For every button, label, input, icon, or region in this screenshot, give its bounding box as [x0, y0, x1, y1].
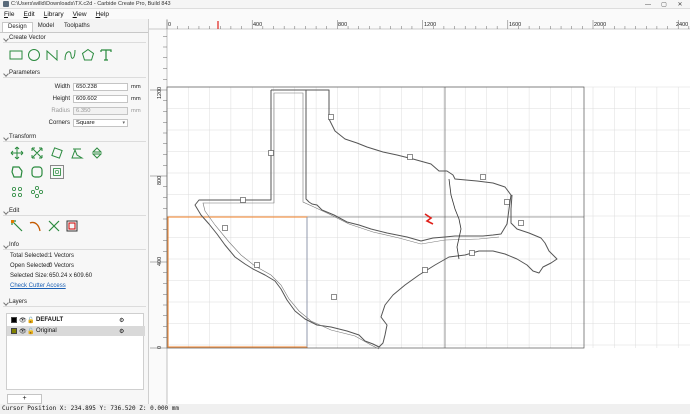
- section-info[interactable]: Info: [3, 241, 146, 250]
- layer-name: DEFAULT: [36, 317, 64, 323]
- maximize-button[interactable]: ▢: [657, 0, 671, 9]
- section-create-vector[interactable]: Create Vector: [3, 34, 146, 43]
- trim-icon[interactable]: [47, 219, 61, 233]
- x-tick-label: 800: [338, 22, 347, 28]
- total-selected-row: Total Selected: 1 Vectors: [10, 253, 74, 259]
- join-icon[interactable]: [28, 219, 42, 233]
- menu-edit[interactable]: Edit: [24, 11, 35, 18]
- section-parameters[interactable]: Parameters: [3, 69, 146, 78]
- x-tick-label: 2400: [676, 22, 688, 28]
- design-canvas[interactable]: 0 400 800 1200 1600 2000 2400 1200 800 4…: [149, 19, 690, 404]
- selected-size-row: Selected Size: 650.24 x 609.60: [10, 273, 92, 279]
- rotate-icon[interactable]: [50, 146, 64, 160]
- app-icon: [3, 1, 9, 7]
- width-unit: mm: [131, 84, 141, 90]
- align-icon[interactable]: [70, 146, 84, 160]
- y-tick-label: 0: [157, 346, 163, 349]
- layer-color-swatch[interactable]: [11, 317, 17, 323]
- tab-model[interactable]: Model: [33, 22, 59, 32]
- mirror-icon[interactable]: [90, 146, 104, 160]
- height-label: Height: [52, 96, 70, 102]
- layer-row-original[interactable]: 👁 🔓 Original ⚙: [7, 326, 145, 336]
- window-title: C:\Users\willd\Downloads\TX.c2d - Carbid…: [11, 1, 171, 7]
- add-layer-button[interactable]: +: [7, 394, 42, 404]
- chevron-down-icon: ▾: [122, 120, 125, 126]
- radius-unit: mm: [131, 108, 141, 114]
- left-panel: Design Model Toolpaths Create Vector Par…: [0, 19, 149, 404]
- total-selected-label: Total Selected:: [10, 253, 50, 259]
- rectangle-tool-icon[interactable]: [9, 48, 23, 62]
- fillet-icon[interactable]: [30, 165, 44, 179]
- radius-label: Radius: [51, 108, 70, 114]
- radius-input[interactable]: 6.350: [73, 107, 128, 115]
- top-ruler[interactable]: [149, 19, 690, 29]
- array-grid-icon[interactable]: [30, 185, 44, 199]
- text-tool-icon[interactable]: [99, 48, 113, 62]
- section-layers[interactable]: Layers: [3, 298, 146, 307]
- section-edit[interactable]: Edit: [3, 207, 146, 216]
- menu-help[interactable]: Help: [96, 11, 109, 18]
- polyline-tool-icon[interactable]: [45, 48, 59, 62]
- x-tick-label: 1600: [509, 22, 521, 28]
- total-selected-value: 1 Vectors: [49, 253, 75, 259]
- selected-size-label: Selected Size:: [10, 273, 49, 279]
- y-tick-label: 1200: [157, 87, 163, 99]
- x-tick-label: 1200: [424, 22, 436, 28]
- node-edit-icon[interactable]: [10, 219, 24, 233]
- eye-icon[interactable]: 👁: [19, 328, 27, 335]
- x-tick-label: 2000: [594, 22, 606, 28]
- minimize-button[interactable]: —: [641, 0, 655, 9]
- gear-icon[interactable]: ⚙: [119, 328, 124, 335]
- layer-list: 👁 🔓 DEFAULT ⚙ 👁 🔓 Original ⚙: [6, 313, 145, 390]
- offset-icon[interactable]: [10, 165, 24, 179]
- section-transform[interactable]: Transform: [3, 133, 146, 142]
- x-tick-label: 400: [253, 22, 262, 28]
- open-selected-label: Open Selected:: [10, 263, 52, 269]
- lock-icon[interactable]: 🔓: [27, 317, 34, 324]
- corners-value: Square: [76, 120, 95, 126]
- tab-design[interactable]: Design: [2, 22, 33, 32]
- x-tick-label: 0: [168, 22, 171, 28]
- scale-icon[interactable]: [30, 146, 44, 160]
- move-icon[interactable]: [10, 146, 24, 160]
- lock-icon[interactable]: 🔓: [27, 328, 34, 335]
- layer-row-default[interactable]: 👁 🔓 DEFAULT ⚙: [7, 315, 145, 325]
- title-bar: C:\Users\willd\Downloads\TX.c2d - Carbid…: [0, 0, 690, 9]
- gear-icon[interactable]: ⚙: [119, 317, 124, 324]
- menu-library[interactable]: Library: [44, 11, 64, 18]
- y-tick-label: 800: [157, 176, 163, 185]
- layer-name: Original: [36, 328, 57, 334]
- menu-bar: File Edit Library View Help: [0, 9, 690, 19]
- selected-size-value: 650.24 x 609.60: [49, 273, 93, 279]
- status-bar: Cursor Position X: 234.895 Y: 736.520 Z:…: [0, 404, 690, 414]
- layer-color-swatch[interactable]: [11, 328, 17, 334]
- open-selected-value: 0 Vectors: [49, 263, 75, 269]
- curve-tool-icon[interactable]: [63, 48, 77, 62]
- boolean-icon[interactable]: [50, 165, 64, 179]
- height-unit: mm: [131, 96, 141, 102]
- width-label: Width: [54, 84, 70, 90]
- corners-label: Corners: [48, 120, 70, 126]
- width-input[interactable]: 650.238: [73, 83, 128, 91]
- app-window: C:\Users\willd\Downloads\TX.c2d - Carbid…: [0, 0, 690, 414]
- height-input[interactable]: 609.602: [73, 95, 128, 103]
- close-button[interactable]: ✕: [673, 0, 687, 9]
- tab-toolpaths[interactable]: Toolpaths: [59, 22, 95, 32]
- close-path-icon[interactable]: [65, 219, 79, 233]
- polygon-tool-icon[interactable]: [81, 48, 95, 62]
- array-circular-icon[interactable]: [10, 185, 24, 199]
- panel-tabs: Design Model Toolpaths: [2, 22, 95, 32]
- open-selected-row: Open Selected: 0 Vectors: [10, 263, 74, 269]
- corners-select[interactable]: Square ▾: [73, 119, 128, 127]
- y-tick-label: 400: [157, 257, 163, 266]
- menu-file[interactable]: File: [4, 11, 15, 18]
- check-cutter-access-link[interactable]: Check Cutter Access: [10, 283, 66, 289]
- eye-icon[interactable]: 👁: [19, 317, 27, 324]
- canvas-svg[interactable]: 0 400 800 1200 1600 2000 2400 1200 800 4…: [149, 19, 690, 404]
- menu-view[interactable]: View: [73, 11, 87, 18]
- design-panel: Create Vector Parameters Width 650.238 m…: [0, 32, 148, 404]
- circle-tool-icon[interactable]: [27, 48, 41, 62]
